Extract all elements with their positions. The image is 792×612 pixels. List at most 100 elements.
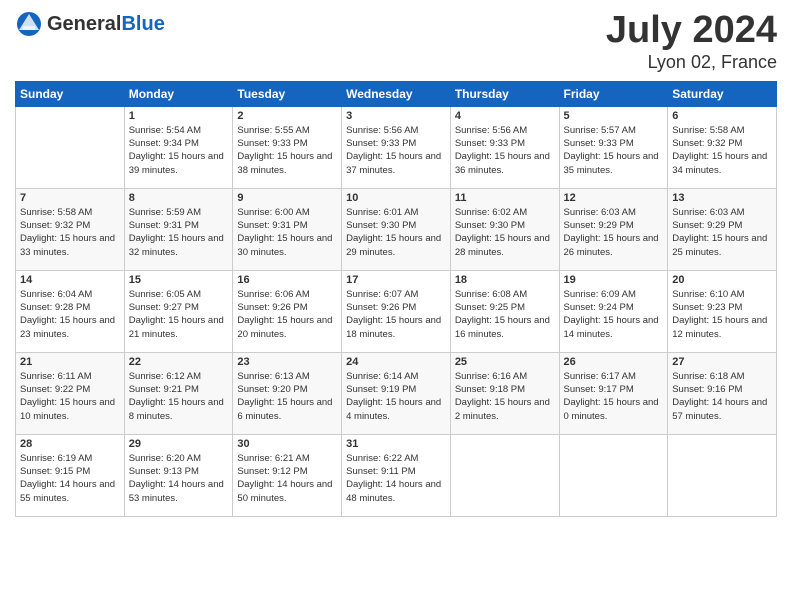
sunrise: Sunrise: 5:58 AM <box>672 125 744 136</box>
day-number: 1 <box>129 110 229 122</box>
calendar-cell: 24Sunrise: 6:14 AMSunset: 9:19 PMDayligh… <box>342 352 451 434</box>
sunrise: Sunrise: 6:05 AM <box>129 289 201 300</box>
sunset: Sunset: 9:28 PM <box>20 302 90 313</box>
day-number: 4 <box>455 110 555 122</box>
sunrise: Sunrise: 6:00 AM <box>237 207 309 218</box>
day-number: 2 <box>237 110 337 122</box>
sunset: Sunset: 9:12 PM <box>237 466 307 477</box>
calendar-cell: 27Sunrise: 6:18 AMSunset: 9:16 PMDayligh… <box>668 352 777 434</box>
calendar-container: GeneralBlue July 2024 Lyon 02, France Su… <box>0 0 792 612</box>
day-info: Sunrise: 6:16 AMSunset: 9:18 PMDaylight:… <box>455 370 555 423</box>
daylight: Daylight: 15 hours and 36 minutes. <box>455 151 550 175</box>
sunrise: Sunrise: 6:11 AM <box>20 371 92 382</box>
day-info: Sunrise: 6:12 AM Sunset: 9:21 PM Daylight:… <box>129 370 229 423</box>
daylight: Daylight: 15 hours and 26 minutes. <box>564 233 659 257</box>
calendar-cell: 23Sunrise: 6:13 AMSunset: 9:20 PMDayligh… <box>233 352 342 434</box>
sunrise: Sunrise: 6:12 AM <box>129 371 201 382</box>
sunset: Sunset: 9:26 PM <box>237 302 307 313</box>
logo-blue: Blue <box>121 13 164 35</box>
day-number: 21 <box>20 356 120 368</box>
day-number: 18 <box>455 274 555 286</box>
calendar-cell: 18Sunrise: 6:08 AMSunset: 9:25 PMDayligh… <box>450 270 559 352</box>
title-block: July 2024 Lyon 02, France <box>606 10 777 73</box>
daylight: Daylight: 15 hours and 12 minutes. <box>672 315 767 339</box>
day-number: 29 <box>129 438 229 450</box>
header: GeneralBlue July 2024 Lyon 02, France <box>15 10 777 73</box>
sunset: Sunset: 9:17 PM <box>564 384 634 395</box>
sunset: Sunset: 9:22 PM <box>20 384 90 395</box>
sunset: Sunset: 9:13 PM <box>129 466 199 477</box>
sunset: Sunset: 9:21 PM <box>129 384 199 395</box>
daylight: Daylight: 15 hours and 0 minutes. <box>564 397 659 421</box>
day-info: Sunrise: 6:04 AMSunset: 9:28 PMDaylight:… <box>20 288 120 341</box>
sunset: Sunset: 9:24 PM <box>564 302 634 313</box>
sunset: Sunset: 9:32 PM <box>20 220 90 231</box>
day-header-tuesday: Tuesday <box>233 81 342 106</box>
daylight: Daylight: 14 hours and 48 minutes. <box>346 479 441 503</box>
day-number: 31 <box>346 438 446 450</box>
calendar-cell: 30Sunrise: 6:21 AMSunset: 9:12 PMDayligh… <box>233 434 342 516</box>
daylight: Daylight: 15 hours and 32 minutes. <box>129 233 224 257</box>
sunset: Sunset: 9:25 PM <box>455 302 525 313</box>
day-info: Sunrise: 6:06 AMSunset: 9:26 PMDaylight:… <box>237 288 337 341</box>
sunset: Sunset: 9:29 PM <box>672 220 742 231</box>
day-number: 8 <box>129 192 229 204</box>
day-header-saturday: Saturday <box>668 81 777 106</box>
daylight: Daylight: 15 hours and 20 minutes. <box>237 315 332 339</box>
day-info: Sunrise: 5:54 AMSunset: 9:34 PMDaylight:… <box>129 124 229 177</box>
calendar-week-3: 14Sunrise: 6:04 AMSunset: 9:28 PMDayligh… <box>16 270 777 352</box>
day-number: 6 <box>672 110 772 122</box>
calendar-cell: 7Sunrise: 5:58 AMSunset: 9:32 PMDaylight… <box>16 188 125 270</box>
sunrise: Sunrise: 5:54 AM <box>129 125 201 136</box>
day-info: Sunrise: 5:59 AMSunset: 9:31 PMDaylight:… <box>129 206 229 259</box>
daylight: Daylight: 15 hours and 23 minutes. <box>20 315 115 339</box>
sunrise: Sunrise: 6:22 AM <box>346 453 418 464</box>
calendar-cell: 10 Sunrise: 6:01 AMSunset: 9:30 PMDayligh… <box>342 188 451 270</box>
sunrise: Sunrise: 6:21 AM <box>237 453 309 464</box>
calendar-cell: 12Sunrise: 6:03 AMSunset: 9:29 PMDayligh… <box>559 188 668 270</box>
sunrise: Sunrise: 6:14 AM <box>346 371 418 382</box>
daylight: Daylight: 14 hours and 57 minutes. <box>672 397 767 421</box>
day-info: Sunrise: 6:02 AMSunset: 9:30 PMDaylight:… <box>455 206 555 259</box>
day-info: Sunrise: 6:14 AMSunset: 9:19 PMDaylight:… <box>346 370 446 423</box>
sunrise: Sunrise: 6:10 AM <box>672 289 744 300</box>
day-number: 9 <box>237 192 337 204</box>
sunset: Sunset: 9:31 PM <box>237 220 307 231</box>
daylight: Daylight: 14 hours and 55 minutes. <box>20 479 115 503</box>
calendar-header-row: SundayMondayTuesdayWednesdayThursdayFrid… <box>16 81 777 106</box>
sunrise: Sunrise: 5:58 AM <box>20 207 92 218</box>
day-number: 23 <box>237 356 337 368</box>
sunset: Sunset: 9:30 PM <box>346 220 416 231</box>
day-number: 17 <box>346 274 446 286</box>
daylight: Daylight: 15 hours and 8 minutes. <box>129 397 224 421</box>
logo-icon <box>15 10 43 38</box>
day-header-monday: Monday <box>124 81 233 106</box>
sunset: Sunset: 9:11 PM <box>346 466 416 477</box>
sunrise: Sunrise: 6:03 AM <box>672 207 744 218</box>
daylight: Daylight: 15 hours and 33 minutes. <box>20 233 115 257</box>
sunset: Sunset: 9:20 PM <box>237 384 307 395</box>
day-info: Sunrise: 6:19 AMSunset: 9:15 PMDaylight:… <box>20 452 120 505</box>
sunrise: Sunrise: 5:57 AM <box>564 125 636 136</box>
daylight: Daylight: 15 hours and 30 minutes. <box>237 233 332 257</box>
calendar-week-4: 21 Sunrise: 6:11 AM Sunset: 9:22 PM Dayligh… <box>16 352 777 434</box>
day-number: 30 <box>237 438 337 450</box>
sunrise: Sunrise: 5:55 AM <box>237 125 309 136</box>
calendar-cell: 25Sunrise: 6:16 AMSunset: 9:18 PMDayligh… <box>450 352 559 434</box>
calendar-cell <box>450 434 559 516</box>
sunset: Sunset: 9:23 PM <box>672 302 742 313</box>
sunrise: Sunrise: 6:13 AM <box>237 371 309 382</box>
daylight: Daylight: 15 hours and 37 minutes. <box>346 151 441 175</box>
day-number: 19 <box>564 274 664 286</box>
day-info: Sunrise: 6:01 AMSunset: 9:30 PMDaylight:… <box>346 206 446 259</box>
day-number: 10 <box>346 192 446 204</box>
month-title: July 2024 <box>606 10 777 52</box>
daylight: Daylight: 15 hours and 10 minutes. <box>20 397 115 421</box>
calendar-cell: 15Sunrise: 6:05 AMSunset: 9:27 PMDayligh… <box>124 270 233 352</box>
calendar-cell: 22Sunrise: 6:12 AMSunset: 9:21 PMDayligh… <box>124 352 233 434</box>
day-info: Sunrise: 6:22 AM Sunset: 9:11 PM Daylight:… <box>346 452 446 505</box>
day-info: Sunrise: 6:07 AMSunset: 9:26 PMDaylight:… <box>346 288 446 341</box>
day-info: Sunrise: 5:58 AMSunset: 9:32 PMDaylight:… <box>672 124 772 177</box>
sunrise: Sunrise: 6:08 AM <box>455 289 527 300</box>
day-number: 3 <box>346 110 446 122</box>
